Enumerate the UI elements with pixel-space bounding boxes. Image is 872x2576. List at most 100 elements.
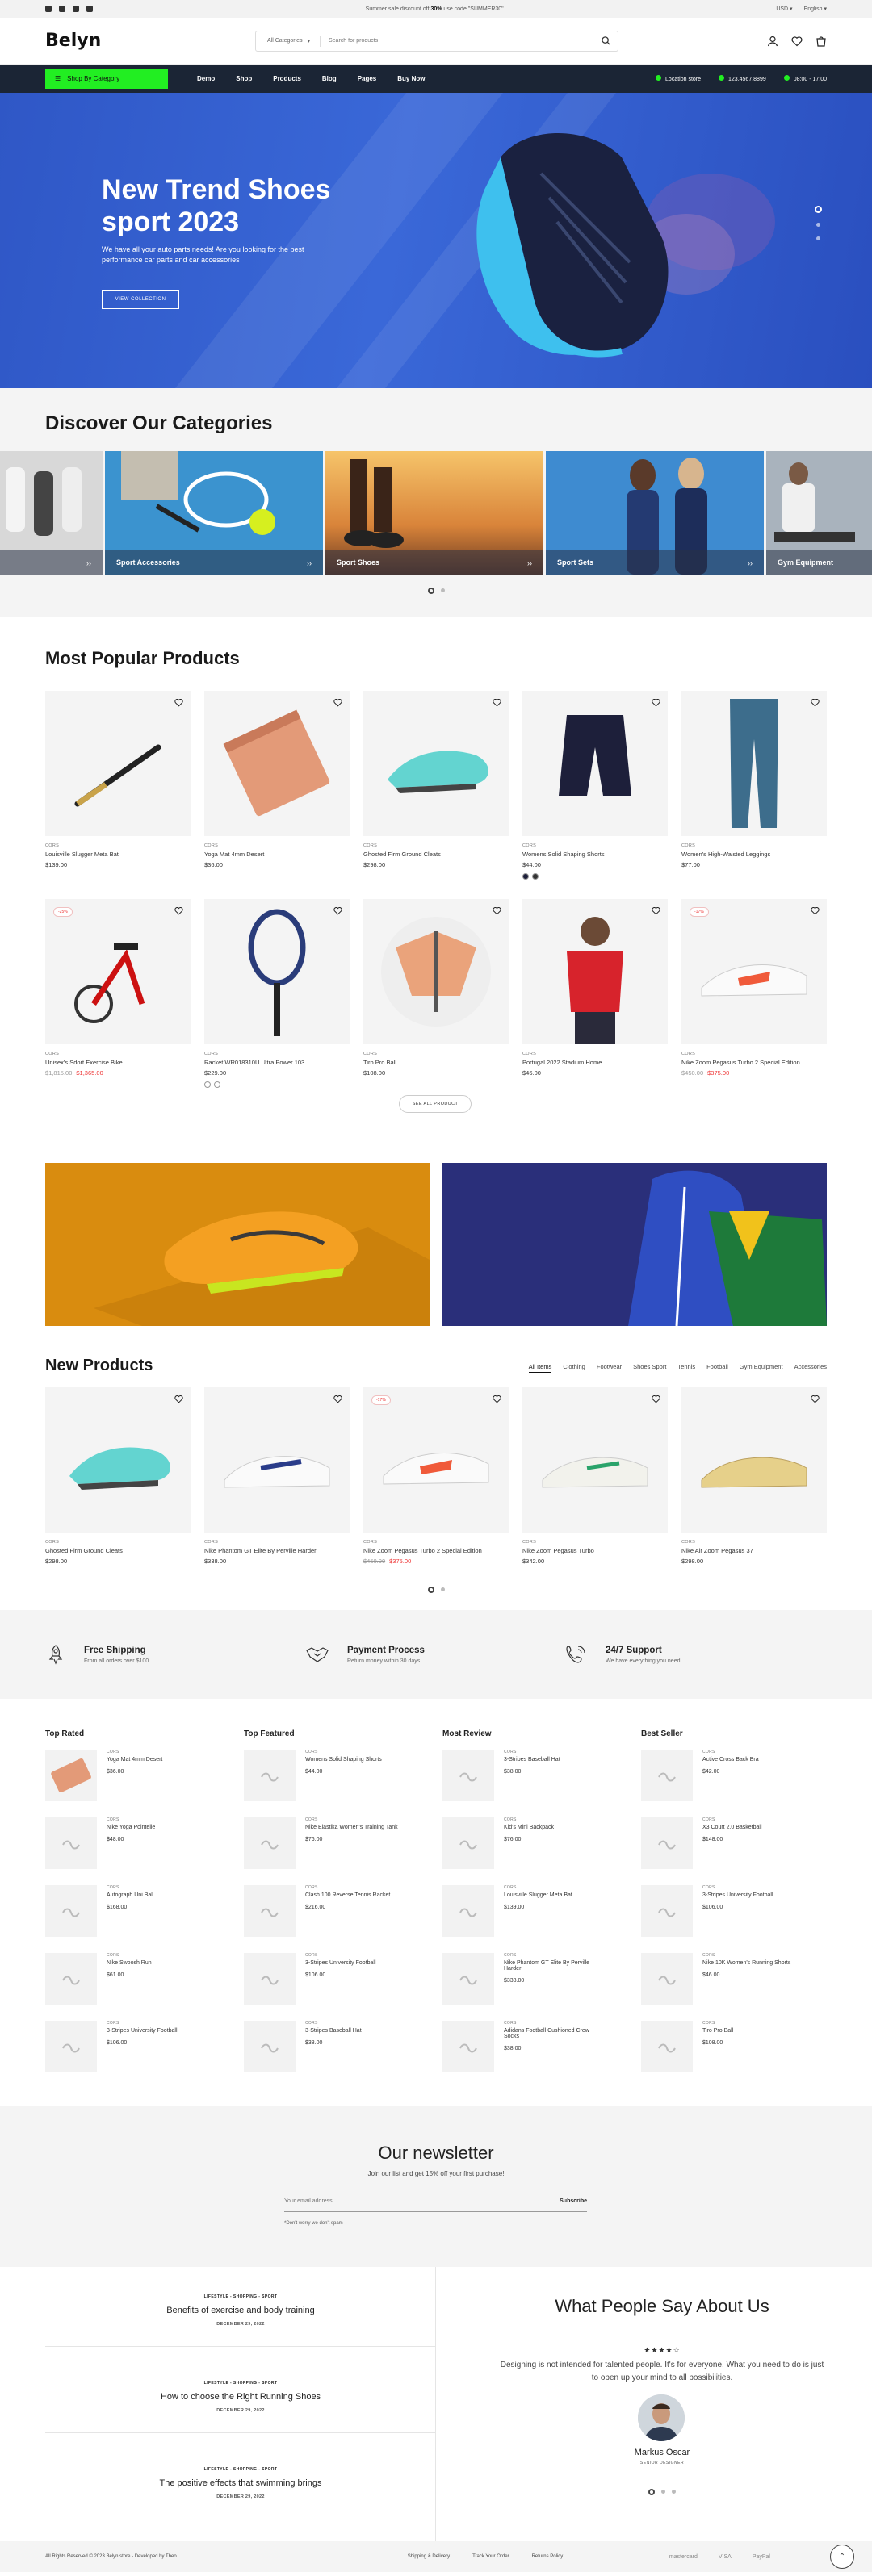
product-image[interactable]: -17% bbox=[681, 899, 827, 1044]
language-select[interactable]: English ▾ bbox=[804, 6, 827, 12]
list-item[interactable]: CORS Kid's Mini Backpack $76.00 bbox=[442, 1817, 604, 1885]
slider-dot[interactable] bbox=[648, 2489, 655, 2495]
nav-demo[interactable]: Demo bbox=[197, 75, 215, 82]
product-card[interactable]: -25% CORS Unisex's Sdort Exercise Bike $1,8… bbox=[45, 899, 191, 1107]
list-item-name[interactable]: Nike Yoga Pointelle bbox=[107, 1825, 155, 1830]
post-title[interactable]: How to choose the Right Running Shoes bbox=[45, 2392, 436, 2402]
category-card-sport-accessories[interactable]: Sport Accessories ›› bbox=[105, 451, 323, 575]
slider-dot[interactable] bbox=[440, 588, 445, 592]
list-thumbnail[interactable] bbox=[641, 1750, 693, 1801]
list-item[interactable]: CORS Adidans Football Cushioned Crew Sock… bbox=[442, 2021, 604, 2089]
list-thumbnail[interactable] bbox=[641, 2021, 693, 2072]
heart-icon[interactable] bbox=[174, 1395, 183, 1403]
heart-icon[interactable] bbox=[333, 698, 342, 707]
list-item-name[interactable]: Womens Solid Shaping Shorts bbox=[305, 1757, 382, 1763]
product-image[interactable] bbox=[45, 691, 191, 836]
list-thumbnail[interactable] bbox=[244, 1750, 296, 1801]
tab-footwear[interactable]: Footwear bbox=[597, 1363, 622, 1373]
product-card[interactable]: CORS Tiro Pro Ball $108.00 bbox=[363, 899, 509, 1107]
product-name[interactable]: Louisville Slugger Meta Bat bbox=[45, 851, 191, 858]
heart-icon[interactable] bbox=[333, 906, 342, 915]
category-card-socks[interactable]: ›› bbox=[0, 451, 103, 575]
tab-gym-equipment[interactable]: Gym Equipment bbox=[740, 1363, 783, 1373]
list-item[interactable]: CORS Active Cross Back Bra $42.00 bbox=[641, 1750, 803, 1817]
search-icon[interactable] bbox=[593, 36, 618, 45]
heart-icon[interactable] bbox=[493, 1395, 501, 1403]
list-thumbnail[interactable] bbox=[244, 2021, 296, 2072]
nav-products[interactable]: Products bbox=[273, 75, 301, 82]
list-item-name[interactable]: Adidans Football Cushioned Crew Socks bbox=[504, 2028, 604, 2039]
nav-buy-now[interactable]: Buy Now bbox=[397, 75, 425, 82]
list-thumbnail[interactable] bbox=[244, 1885, 296, 1937]
list-thumbnail[interactable] bbox=[641, 1953, 693, 2005]
list-thumbnail[interactable] bbox=[244, 1953, 296, 2005]
list-item-name[interactable]: Yoga Mat 4mm Desert bbox=[107, 1757, 162, 1763]
list-thumbnail[interactable] bbox=[442, 1817, 494, 1869]
back-to-top-button[interactable]: ⌃ bbox=[830, 2545, 854, 2569]
product-image[interactable] bbox=[204, 899, 350, 1044]
tab-clothing[interactable]: Clothing bbox=[563, 1363, 585, 1373]
product-name[interactable]: Racket WR018310U Ultra Power 103 bbox=[204, 1059, 350, 1066]
list-item-name[interactable]: Tiro Pro Ball bbox=[702, 2028, 733, 2034]
list-item-name[interactable]: Louisville Slugger Meta Bat bbox=[504, 1892, 572, 1898]
nav-shop[interactable]: Shop bbox=[236, 75, 252, 82]
list-item-name[interactable]: 3-Stripes University Football bbox=[305, 1960, 376, 1966]
post-title[interactable]: Benefits of exercise and body training bbox=[45, 2306, 436, 2315]
product-image[interactable] bbox=[522, 1387, 668, 1533]
tab-football[interactable]: Football bbox=[706, 1363, 728, 1373]
slider-dot[interactable] bbox=[816, 223, 820, 227]
list-item-name[interactable]: Nike Elastika Women's Training Tank bbox=[305, 1825, 398, 1830]
list-thumbnail[interactable] bbox=[641, 1885, 693, 1937]
tab-shoes-sport[interactable]: Shoes Sport bbox=[633, 1363, 666, 1373]
nav-pages[interactable]: Pages bbox=[358, 75, 377, 82]
facebook-icon[interactable] bbox=[45, 6, 52, 12]
heart-icon[interactable] bbox=[493, 906, 501, 915]
product-name[interactable]: Womens Solid Shaping Shorts bbox=[522, 851, 668, 858]
product-card[interactable]: CORS Nike Air Zoom Pegasus 37 $298.00 bbox=[681, 1387, 827, 1595]
product-card[interactable]: -17% CORS Nike Zoom Pegasus Turbo 2 Specia… bbox=[681, 899, 827, 1107]
product-image[interactable] bbox=[522, 691, 668, 836]
list-item[interactable]: CORS Louisville Slugger Meta Bat $139.00 bbox=[442, 1885, 604, 1953]
promo-banner-jerseys[interactable] bbox=[442, 1163, 827, 1326]
product-image[interactable] bbox=[204, 1387, 350, 1533]
list-item-name[interactable]: Clash 100 Reverse Tennis Racket bbox=[305, 1892, 390, 1898]
list-item-name[interactable]: 3-Stripes Baseball Hat bbox=[504, 1757, 560, 1763]
product-card[interactable]: CORS Portugal 2022 Stadium Home $46.00 bbox=[522, 899, 668, 1107]
product-name[interactable]: Tiro Pro Ball bbox=[363, 1059, 509, 1066]
product-image[interactable] bbox=[363, 899, 509, 1044]
newsletter-email-input[interactable] bbox=[284, 2198, 486, 2204]
category-select[interactable]: All Categories ▾ bbox=[256, 35, 321, 47]
shop-by-category-button[interactable]: ☰ Shop By Category bbox=[45, 69, 168, 89]
product-card[interactable]: CORS Nike Phantom GT Elite By Perville Ha… bbox=[204, 1387, 350, 1595]
list-item[interactable]: CORS Autograph Uni Ball $168.00 bbox=[45, 1885, 207, 1953]
size-option[interactable] bbox=[214, 1081, 220, 1088]
slider-dot[interactable] bbox=[427, 1587, 434, 1593]
list-item[interactable]: CORS Nike Yoga Pointelle $48.00 bbox=[45, 1817, 207, 1885]
currency-select[interactable]: USD ▾ bbox=[776, 6, 792, 12]
list-item[interactable]: CORS X3 Court 2.0 Basketball $148.00 bbox=[641, 1817, 803, 1885]
list-item[interactable]: CORS 3-Stripes University Football $106.00 bbox=[244, 1953, 405, 2021]
list-item[interactable]: CORS 3-Stripes Baseball Hat $38.00 bbox=[442, 1750, 604, 1817]
twitter-icon[interactable] bbox=[59, 6, 65, 12]
list-thumbnail[interactable] bbox=[442, 1953, 494, 2005]
color-swatch[interactable] bbox=[532, 873, 539, 880]
product-card[interactable]: -17% CORS Nike Zoom Pegasus Turbo 2 Specia… bbox=[363, 1387, 509, 1595]
wishlist-icon[interactable] bbox=[791, 36, 803, 47]
list-item[interactable]: CORS Nike Phantom GT Elite By Perville Ha… bbox=[442, 1953, 604, 2021]
product-name[interactable]: Nike Zoom Pegasus Turbo 2 Special Editio… bbox=[363, 1547, 509, 1554]
list-item[interactable]: CORS Womens Solid Shaping Shorts $44.00 bbox=[244, 1750, 405, 1817]
list-item-name[interactable]: 3-Stripes Baseball Hat bbox=[305, 2028, 362, 2034]
product-image[interactable] bbox=[363, 691, 509, 836]
product-name[interactable]: Nike Zoom Pegasus Turbo bbox=[522, 1547, 668, 1554]
list-thumbnail[interactable] bbox=[442, 1750, 494, 1801]
footer-link-track-order[interactable]: Track Your Order bbox=[472, 2554, 509, 2559]
product-name[interactable]: Ghosted Firm Ground Cleats bbox=[363, 851, 509, 858]
logo[interactable]: Belyn bbox=[45, 31, 255, 51]
product-name[interactable]: Portugal 2022 Stadium Home bbox=[522, 1059, 668, 1066]
promo-banner-boots[interactable] bbox=[45, 1163, 430, 1326]
product-card[interactable]: CORS Nike Zoom Pegasus Turbo $342.00 bbox=[522, 1387, 668, 1595]
heart-icon[interactable] bbox=[811, 1395, 820, 1403]
list-item[interactable]: CORS Tiro Pro Ball $108.00 bbox=[641, 2021, 803, 2089]
blog-post[interactable]: LIFESTYLE - SHOPPING - SPORT How to choo… bbox=[45, 2381, 436, 2433]
list-thumbnail[interactable] bbox=[442, 2021, 494, 2072]
